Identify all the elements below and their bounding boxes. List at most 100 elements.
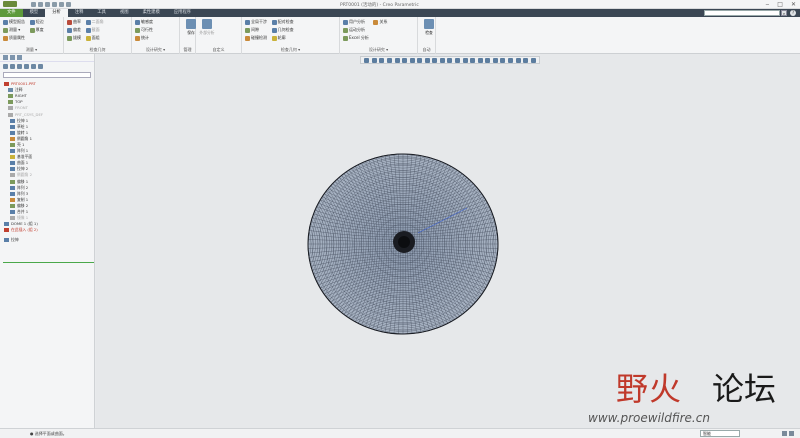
annotation-display-icon[interactable]	[432, 57, 438, 63]
saved-orientations-icon[interactable]	[402, 57, 408, 63]
pairs-button[interactable]: 配对检查	[271, 19, 294, 25]
command-search-input[interactable]	[704, 10, 780, 16]
tab-6[interactable]: 柔性建模	[136, 9, 167, 17]
measure-button[interactable]: 测量 ▾	[3, 27, 25, 33]
model-tree-tab-icon[interactable]	[3, 55, 8, 60]
new-icon[interactable]	[31, 1, 36, 7]
tree-node-label: 阵列 2	[17, 184, 29, 190]
insert-here-line[interactable]	[3, 262, 94, 263]
minimize-icon[interactable]: ‒	[765, 1, 769, 8]
thickness-button[interactable]: 厚度	[29, 27, 44, 33]
sensitivity-button[interactable]: 敏感度	[135, 19, 153, 25]
folder-tab-icon[interactable]	[10, 55, 15, 60]
tree-search-input[interactable]	[3, 72, 91, 78]
csys-icon[interactable]	[485, 57, 491, 63]
show-icon[interactable]	[17, 64, 22, 69]
regen-status-icon[interactable]	[782, 431, 787, 436]
ribbon-group-manage2: 保存 管理	[180, 17, 196, 54]
model-report-button[interactable]: 模型报告	[3, 19, 25, 25]
close-icon[interactable]: ✕	[791, 1, 796, 8]
mass-props-button[interactable]: 质量属性	[3, 35, 25, 41]
favorites-tab-icon[interactable]	[17, 55, 22, 60]
group-label: 自定义	[212, 47, 225, 52]
short-edge-button[interactable]: 短边	[29, 19, 44, 25]
tab-0[interactable]: 文件	[0, 9, 23, 17]
deviation-button[interactable]: 偏差	[67, 27, 81, 33]
collision-button[interactable]: 碰撞检测	[245, 35, 267, 41]
draft-icon	[67, 35, 72, 41]
uda-button[interactable]: 用户分析	[343, 19, 369, 25]
points-icon[interactable]	[477, 57, 483, 63]
tab-7[interactable]: 应用程序	[167, 9, 198, 17]
datum-display-icon[interactable]	[424, 57, 430, 63]
graphics-area[interactable]: 野火 论坛 www.proewildfire.cn	[96, 54, 800, 428]
group-label: 管理	[183, 47, 192, 52]
search-button[interactable]: ⌕	[781, 10, 787, 16]
disc-model[interactable]	[307, 153, 499, 335]
appearance-icon[interactable]	[455, 57, 461, 63]
feature-icon	[10, 179, 15, 184]
pause-icon[interactable]	[530, 57, 536, 63]
section-button[interactable]: 截面	[85, 27, 104, 33]
axes-icon[interactable]	[470, 57, 476, 63]
tree-node-label: DOME 1 (组 1)	[11, 221, 38, 227]
columns-icon[interactable]	[24, 64, 29, 69]
hidden-line-icon[interactable]	[507, 57, 513, 63]
curvature-button[interactable]: 曲率	[67, 19, 81, 25]
view-manager-icon[interactable]	[409, 57, 415, 63]
outline-button[interactable]: 轮廓	[271, 35, 294, 41]
dihedral-button[interactable]: 二面角	[85, 19, 104, 25]
modelcheck-button[interactable]: 检查	[421, 19, 437, 36]
tree-filter-icon[interactable]	[10, 64, 15, 69]
zoom-in-icon[interactable]	[371, 57, 377, 63]
excel-button[interactable]: Excel 分析	[343, 35, 369, 41]
clearance-button[interactable]: 间隙	[245, 27, 267, 33]
help-icon[interactable]: ?	[790, 10, 796, 16]
tab-4[interactable]: 工具	[90, 9, 113, 17]
zoom-out-icon[interactable]	[379, 57, 385, 63]
shade-icon[interactable]	[492, 57, 498, 63]
draft-button[interactable]: 拔模	[67, 35, 81, 41]
selection-filter[interactable]: 智能	[700, 430, 740, 437]
display-style-icon[interactable]	[394, 57, 400, 63]
regenerate-icon[interactable]	[66, 1, 71, 7]
interference-button[interactable]: 全局干涉	[245, 19, 267, 25]
ribbon-group-study: 敏感度 可行性 统计 设计研究 ▾	[132, 17, 180, 54]
redo-icon[interactable]	[59, 1, 64, 7]
save-icon[interactable]	[45, 1, 50, 7]
wireframe-icon[interactable]	[500, 57, 506, 63]
multi-button[interactable]: 统计	[135, 35, 153, 41]
repaint-icon[interactable]	[386, 57, 392, 63]
ribbon-group-custom: 外部分析 自定义	[196, 17, 242, 54]
relations-button[interactable]: 关系	[373, 19, 387, 25]
geom-check-button[interactable]: 几何检查	[271, 27, 294, 33]
tree-node-label: RIGHT	[15, 93, 27, 99]
tab-2[interactable]: 分析	[45, 9, 68, 17]
feature-icon	[4, 82, 9, 87]
feasibility-button[interactable]: 可行性	[135, 27, 153, 33]
section-view-icon[interactable]	[447, 57, 453, 63]
quilt-button[interactable]: 面组	[85, 35, 104, 41]
app-logo	[3, 1, 17, 7]
maximize-icon[interactable]: □	[777, 1, 783, 8]
find-icon[interactable]	[31, 64, 36, 69]
tree-node[interactable]: 在此插入 (组 2)	[0, 227, 95, 233]
selection-icon[interactable]	[789, 431, 794, 436]
open-icon[interactable]	[38, 1, 43, 7]
tree-node[interactable]: 拉伸	[0, 237, 95, 243]
no-hidden-icon[interactable]	[515, 57, 521, 63]
tab-5[interactable]: 视图	[113, 9, 136, 17]
planes-icon[interactable]	[462, 57, 468, 63]
undo-icon[interactable]	[52, 1, 57, 7]
perspective-icon[interactable]	[417, 57, 423, 63]
shaded-edges-icon[interactable]	[523, 57, 529, 63]
tree-settings-icon[interactable]	[3, 64, 8, 69]
tab-1[interactable]: 模型	[23, 9, 46, 17]
report-icon	[3, 19, 8, 25]
user-analysis-button[interactable]: 外部分析	[199, 19, 215, 36]
refit-icon[interactable]	[364, 57, 370, 63]
motion-button[interactable]: 运动分析	[343, 27, 369, 33]
tab-3[interactable]: 注释	[68, 9, 91, 17]
spin-center-icon[interactable]	[439, 57, 445, 63]
expand-icon[interactable]	[38, 64, 43, 69]
